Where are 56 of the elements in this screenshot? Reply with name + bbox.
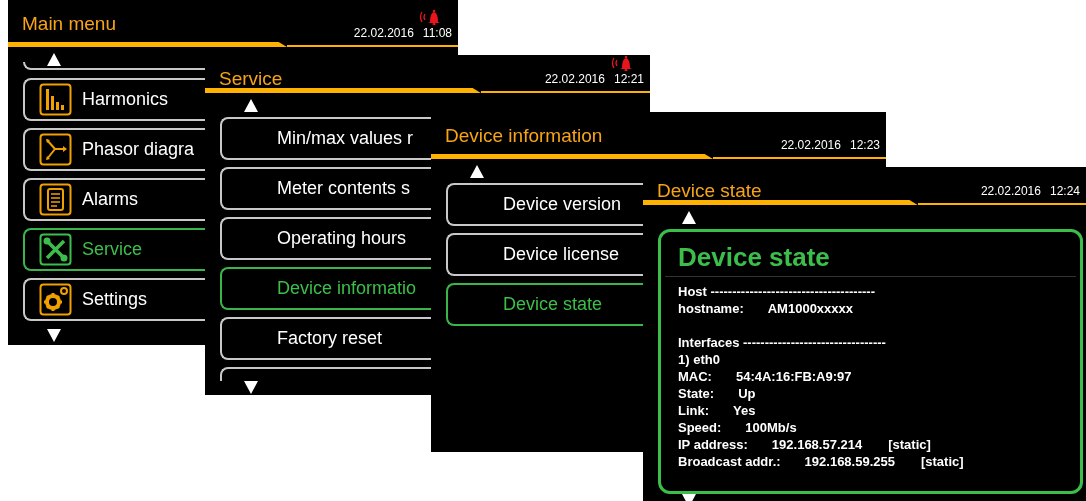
- scroll-up-icon[interactable]: [682, 211, 696, 224]
- date-text: 22.02.2016: [544, 73, 605, 85]
- date-text: 22.02.2016: [980, 185, 1041, 197]
- service-tools-icon: [39, 233, 72, 266]
- time-text: 12:21: [613, 73, 644, 85]
- screen-title: Main menu: [22, 12, 116, 36]
- menu-item[interactable]: Device version: [446, 183, 643, 226]
- field-label: MAC:: [678, 368, 712, 385]
- menu-item[interactable]: Device informatio: [220, 267, 431, 310]
- field-tag: [static]: [920, 453, 964, 470]
- field-value: AM1000xxxxx: [767, 300, 854, 317]
- menu-item[interactable]: Meter contents s: [220, 167, 431, 210]
- scroll-up-icon[interactable]: [470, 165, 484, 178]
- field-value: 54:4A:16:FB:A9:97: [735, 368, 852, 385]
- field-label: hostname:: [678, 300, 744, 317]
- menu-item[interactable]: Harmonics: [23, 78, 205, 121]
- section-heading: 1) eth0: [678, 351, 721, 368]
- list-document-icon: [39, 183, 72, 216]
- phasor-arrows-icon: [39, 133, 72, 166]
- field-label: Speed:: [678, 419, 722, 436]
- menu-item[interactable]: Alarms: [23, 178, 205, 221]
- menu-item[interactable]: Min/max values r: [220, 117, 431, 160]
- field-value: 100Mb/s: [745, 419, 797, 436]
- scroll-down-icon[interactable]: [47, 329, 61, 342]
- screen-title: Device state: [657, 179, 762, 200]
- date-text: 22.02.2016: [780, 139, 841, 151]
- screen-title: Device information: [445, 124, 603, 148]
- field-value: Up: [738, 385, 756, 402]
- menu-item[interactable]: Device state: [446, 283, 643, 326]
- time-text: 12:24: [1049, 185, 1080, 197]
- field-value: Yes: [733, 402, 756, 419]
- panel-heading: Device state: [665, 238, 1076, 277]
- scroll-up-icon[interactable]: [244, 99, 258, 112]
- menu-item[interactable]: Device license: [446, 233, 643, 276]
- field-label: IP address:: [678, 436, 748, 453]
- field-value: 192.168.59.255: [804, 453, 895, 470]
- menu-item[interactable]: Operating hours: [220, 217, 431, 260]
- menu-item[interactable]: Factory reset: [220, 317, 431, 360]
- date-text: 22.02.2016: [353, 27, 414, 39]
- scroll-up-icon[interactable]: [47, 53, 61, 66]
- screen-title: Service: [219, 67, 283, 88]
- time-text: 12:23: [849, 139, 880, 151]
- section-heading: Host --------------------------------------: [678, 283, 876, 300]
- scroll-down-icon[interactable]: [244, 381, 258, 394]
- settings-gear-icon: [39, 283, 72, 316]
- section-heading: Interfaces ---------------------------------: [678, 334, 887, 351]
- menu-item[interactable]: Settings: [23, 278, 205, 321]
- menu-item[interactable]: Service: [23, 228, 205, 271]
- field-label: Link:: [678, 402, 710, 419]
- field-value: 192.168.57.214: [771, 436, 863, 453]
- field-tag: [static]: [888, 436, 931, 453]
- field-label: Broadcast addr.:: [678, 453, 781, 470]
- time-text: 11:08: [422, 27, 452, 39]
- field-label: State:: [678, 385, 715, 402]
- menu-item[interactable]: Phasor diagra: [23, 128, 205, 171]
- harmonics-bars-icon: [39, 83, 72, 116]
